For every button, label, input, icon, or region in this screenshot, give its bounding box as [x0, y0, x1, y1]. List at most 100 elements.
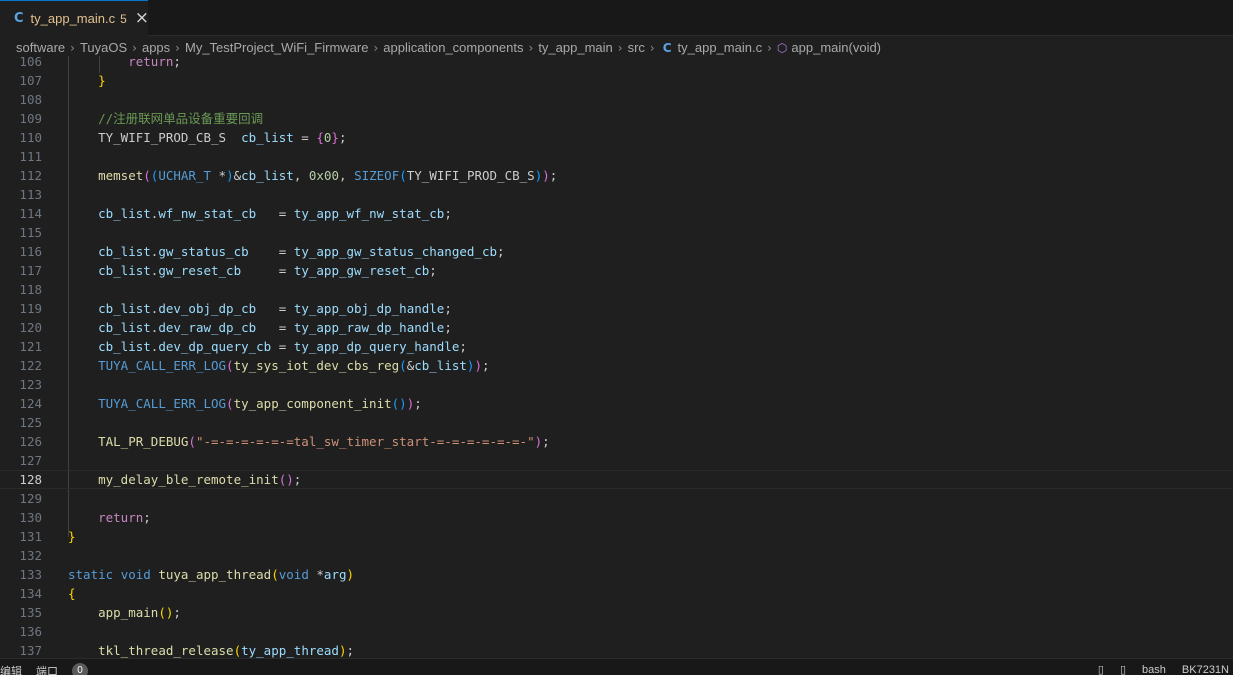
breadcrumb-item-project[interactable]: My_TestProject_WiFi_Firmware	[185, 40, 368, 55]
code-line[interactable]: 127	[0, 451, 1233, 470]
code-line[interactable]: 132	[0, 546, 1233, 565]
code-line[interactable]: 106 return;	[0, 56, 1233, 71]
code-line[interactable]: 114 cb_list.wf_nw_stat_cb = ty_app_wf_nw…	[0, 204, 1233, 223]
line-number: 113	[19, 187, 42, 202]
code-text: TUYA_CALL_ERR_LOG(ty_sys_iot_dev_cbs_reg…	[98, 358, 490, 373]
tab-title: ty_app_main.c	[30, 11, 116, 26]
breadcrumb-item-software[interactable]: software	[16, 40, 65, 55]
breadcrumb-item-ty-app-main[interactable]: ty_app_main	[538, 40, 612, 55]
breadcrumb-item-tuyaos[interactable]: TuyaOS	[80, 40, 127, 55]
code-line[interactable]: 119 cb_list.dev_obj_dp_cb = ty_app_obj_d…	[0, 299, 1233, 318]
code-line[interactable]: 136	[0, 622, 1233, 641]
breadcrumb-item-application-components[interactable]: application_components	[383, 40, 523, 55]
code-line[interactable]: 115	[0, 223, 1233, 242]
line-number: 130	[19, 510, 42, 525]
line-number: 115	[19, 225, 42, 240]
code-line[interactable]: 130 return;	[0, 508, 1233, 527]
line-number: 128	[19, 472, 42, 487]
line-number: 109	[19, 111, 42, 126]
code-line[interactable]: 116 cb_list.gw_status_cb = ty_app_gw_sta…	[0, 242, 1233, 261]
code-text: return;	[128, 56, 181, 69]
code-text: {	[68, 586, 76, 601]
code-line[interactable]: 134 {	[0, 584, 1233, 603]
line-number: 106	[19, 56, 42, 69]
c-file-icon: C	[14, 11, 24, 26]
code-line[interactable]: 126 TAL_PR_DEBUG("-=-=-=-=-=-=tal_sw_tim…	[0, 432, 1233, 451]
line-number: 127	[19, 453, 42, 468]
problem-count-badge: 5	[120, 11, 127, 26]
code-text: TUYA_CALL_ERR_LOG(ty_app_component_init(…	[98, 396, 422, 411]
code-line[interactable]: 110 TY_WIFI_PROD_CB_S cb_list = {0};	[0, 128, 1233, 147]
code-text: cb_list.wf_nw_stat_cb = ty_app_wf_nw_sta…	[98, 206, 452, 221]
breadcrumb-item-src[interactable]: src	[628, 40, 645, 55]
code-line[interactable]: 125	[0, 413, 1233, 432]
code-line[interactable]: 117 cb_list.gw_reset_cb = ty_app_gw_rese…	[0, 261, 1233, 280]
code-line[interactable]: 124 TUYA_CALL_ERR_LOG(ty_app_component_i…	[0, 394, 1233, 413]
code-line[interactable]: 131}	[0, 527, 1233, 546]
code-line[interactable]: 108	[0, 90, 1233, 109]
code-line[interactable]: 123	[0, 375, 1233, 394]
code-editor[interactable]: 106 return; 107 } 108 109 //注册联网单品设备重要回调 110…	[0, 56, 1233, 658]
line-number: 137	[19, 643, 42, 658]
code-line[interactable]: 128 my_delay_ble_remote_init();	[0, 470, 1233, 489]
terminal-split-icon[interactable]: ▯	[1120, 663, 1126, 675]
line-number: 116	[19, 244, 42, 259]
code-text: cb_list.dev_dp_query_cb = ty_app_dp_quer…	[98, 339, 467, 354]
line-number: 136	[19, 624, 42, 639]
line-number: 110	[19, 130, 42, 145]
line-number: 114	[19, 206, 42, 221]
chevron-right-icon: ›	[528, 40, 534, 55]
code-line[interactable]: 109 //注册联网单品设备重要回调	[0, 109, 1233, 128]
code-text: static void tuya_app_thread(void *arg)	[68, 567, 355, 582]
code-text: TAL_PR_DEBUG("-=-=-=-=-=-=tal_sw_timer_s…	[98, 434, 550, 449]
line-number: 112	[19, 168, 42, 183]
breadcrumb-item-apps[interactable]: apps	[142, 40, 170, 55]
status-item-device[interactable]: BK7231N	[1182, 664, 1229, 675]
ports-count-badge: 0	[72, 663, 88, 675]
line-number: 107	[19, 73, 42, 88]
line-number: 122	[19, 358, 42, 373]
code-line[interactable]: 135 app_main();	[0, 603, 1233, 622]
code-text: cb_list.dev_raw_dp_cb = ty_app_raw_dp_ha…	[98, 320, 452, 335]
code-line[interactable]: 107 }	[0, 71, 1233, 90]
code-text: TY_WIFI_PROD_CB_S cb_list = {0};	[68, 130, 347, 145]
breadcrumb-item-file[interactable]: ty_app_main.c	[678, 40, 763, 55]
line-number: 121	[19, 339, 42, 354]
code-line[interactable]: 137 tkl_thread_release(ty_app_thread);	[0, 641, 1233, 658]
close-icon[interactable]: ×	[135, 10, 149, 27]
status-item-edit[interactable]: 编辑	[0, 663, 22, 675]
editor-tab-ty-app-main[interactable]: C ty_app_main.c 5 ×	[0, 0, 149, 36]
status-item-bash[interactable]: bash	[1142, 664, 1166, 675]
line-number: 131	[19, 529, 42, 544]
code-text: }	[98, 73, 106, 88]
line-number: 118	[19, 282, 42, 297]
code-line[interactable]: 122 TUYA_CALL_ERR_LOG(ty_sys_iot_dev_cbs…	[0, 356, 1233, 375]
status-item-ports[interactable]: 端口	[36, 663, 58, 675]
line-number: 134	[19, 586, 42, 601]
code-text: cb_list.gw_status_cb = ty_app_gw_status_…	[98, 244, 505, 259]
chevron-right-icon: ›	[649, 40, 655, 55]
code-line[interactable]: 120 cb_list.dev_raw_dp_cb = ty_app_raw_d…	[0, 318, 1233, 337]
code-line[interactable]: 133 static void tuya_app_thread(void *arg…	[0, 565, 1233, 584]
code-line[interactable]: 118	[0, 280, 1233, 299]
line-number: 124	[19, 396, 42, 411]
line-number: 123	[19, 377, 42, 392]
chevron-right-icon: ›	[373, 40, 379, 55]
chevron-right-icon: ›	[70, 40, 75, 55]
breadcrumb: software › TuyaOS › apps › My_TestProject_W…	[0, 37, 1233, 58]
function-symbol-icon: ⬡	[776, 40, 788, 55]
line-number: 132	[19, 548, 42, 563]
code-text: //注册联网单品设备重要回调	[98, 111, 264, 126]
code-text: return;	[98, 510, 151, 525]
line-number: 129	[19, 491, 42, 506]
code-text: cb_list.gw_reset_cb = ty_app_gw_reset_cb…	[98, 263, 437, 278]
code-line[interactable]: 111	[0, 147, 1233, 166]
code-line[interactable]: 129	[0, 489, 1233, 508]
breadcrumb-item-symbol[interactable]: app_main(void)	[791, 40, 881, 55]
code-line[interactable]: 121 cb_list.dev_dp_query_cb = ty_app_dp_…	[0, 337, 1233, 356]
code-line[interactable]: 113	[0, 185, 1233, 204]
code-line[interactable]: 112 memset((UCHAR_T *)&cb_list, 0x00, SI…	[0, 166, 1233, 185]
line-number: 108	[19, 92, 42, 107]
line-number: 126	[19, 434, 42, 449]
layout-icon[interactable]: ▯	[1098, 663, 1104, 675]
